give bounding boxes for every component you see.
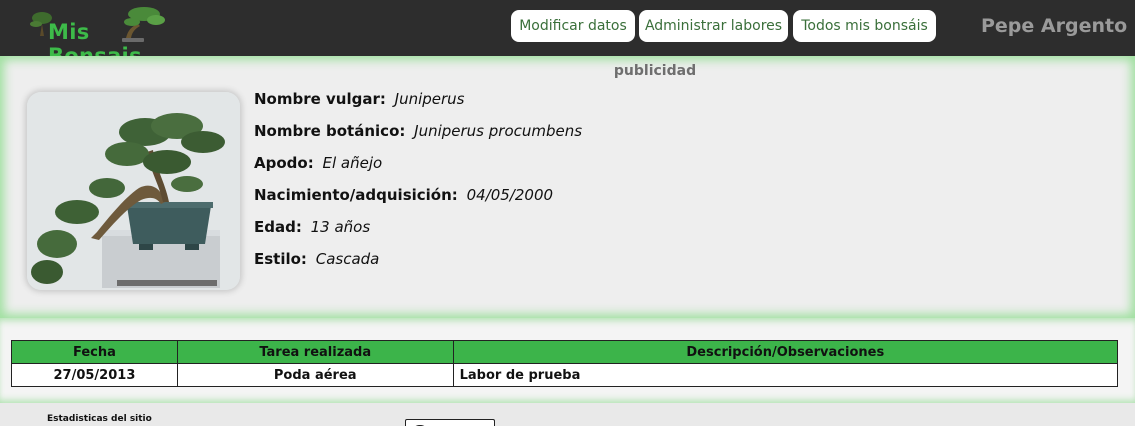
field-value: Juniperus xyxy=(394,90,465,108)
manage-tasks-button[interactable]: Administrar labores xyxy=(639,10,788,42)
field-label: Nombre botánico: xyxy=(254,122,406,140)
cell-task: Poda aérea xyxy=(176,363,454,387)
tasks-table: Fecha Tarea realizada Descripción/Observ… xyxy=(11,340,1119,387)
field-common-name: Nombre vulgar: Juniperus xyxy=(254,90,582,122)
all-bonsais-button[interactable]: Todos mis bonsáis xyxy=(793,10,936,42)
field-botanical-name: Nombre botánico: Juniperus procumbens xyxy=(254,122,582,154)
site-stats-link[interactable]: Estadisticas del sitio xyxy=(47,414,152,424)
field-acquisition-date: Nacimiento/adquisición: 04/05/2000 xyxy=(254,186,582,218)
field-label: Nacimiento/adquisición: xyxy=(254,186,458,204)
creative-commons-badge-icon[interactable] xyxy=(405,419,495,426)
field-nickname: Apodo: El añejo xyxy=(254,154,582,186)
field-label: Edad: xyxy=(254,218,302,236)
field-style: Estilo: Cascada xyxy=(254,250,582,282)
site-logo[interactable]: Mis Bonsais xyxy=(22,2,172,68)
field-value: 04/05/2000 xyxy=(466,186,554,204)
field-value: Cascada xyxy=(315,250,380,268)
cell-description: Labor de prueba xyxy=(452,363,1119,387)
page-footer: Estadisticas del sitio xyxy=(0,403,1135,426)
cell-date: 27/05/2013 xyxy=(11,363,178,387)
bonsai-info-panel: publicidad Nombre vulgar: Juniperus Nomb… xyxy=(0,56,1135,318)
modify-data-button[interactable]: Modificar datos xyxy=(511,10,635,42)
field-value: El añejo xyxy=(322,154,383,172)
top-header: Mis Bonsais Modificar datos Administrar … xyxy=(0,0,1135,68)
field-value: 13 años xyxy=(310,218,371,236)
bonsai-details: Nombre vulgar: Juniperus Nombre botánico… xyxy=(254,90,582,282)
field-label: Nombre vulgar: xyxy=(254,90,386,108)
table-header-row: Fecha Tarea realizada Descripción/Observ… xyxy=(11,340,1119,364)
field-label: Apodo: xyxy=(254,154,314,172)
col-header-date: Fecha xyxy=(11,340,178,364)
user-name[interactable]: Pepe Argento xyxy=(981,15,1127,37)
ad-label: publicidad xyxy=(613,63,697,79)
field-label: Estilo: xyxy=(254,250,307,268)
field-value: Juniperus procumbens xyxy=(414,122,583,140)
table-row[interactable]: 27/05/2013 Poda aérea Labor de prueba xyxy=(11,363,1119,387)
col-header-description: Descripción/Observaciones xyxy=(452,340,1119,364)
col-header-task: Tarea realizada xyxy=(176,340,454,364)
field-age: Edad: 13 años xyxy=(254,218,582,250)
bonsai-photo xyxy=(27,92,240,290)
